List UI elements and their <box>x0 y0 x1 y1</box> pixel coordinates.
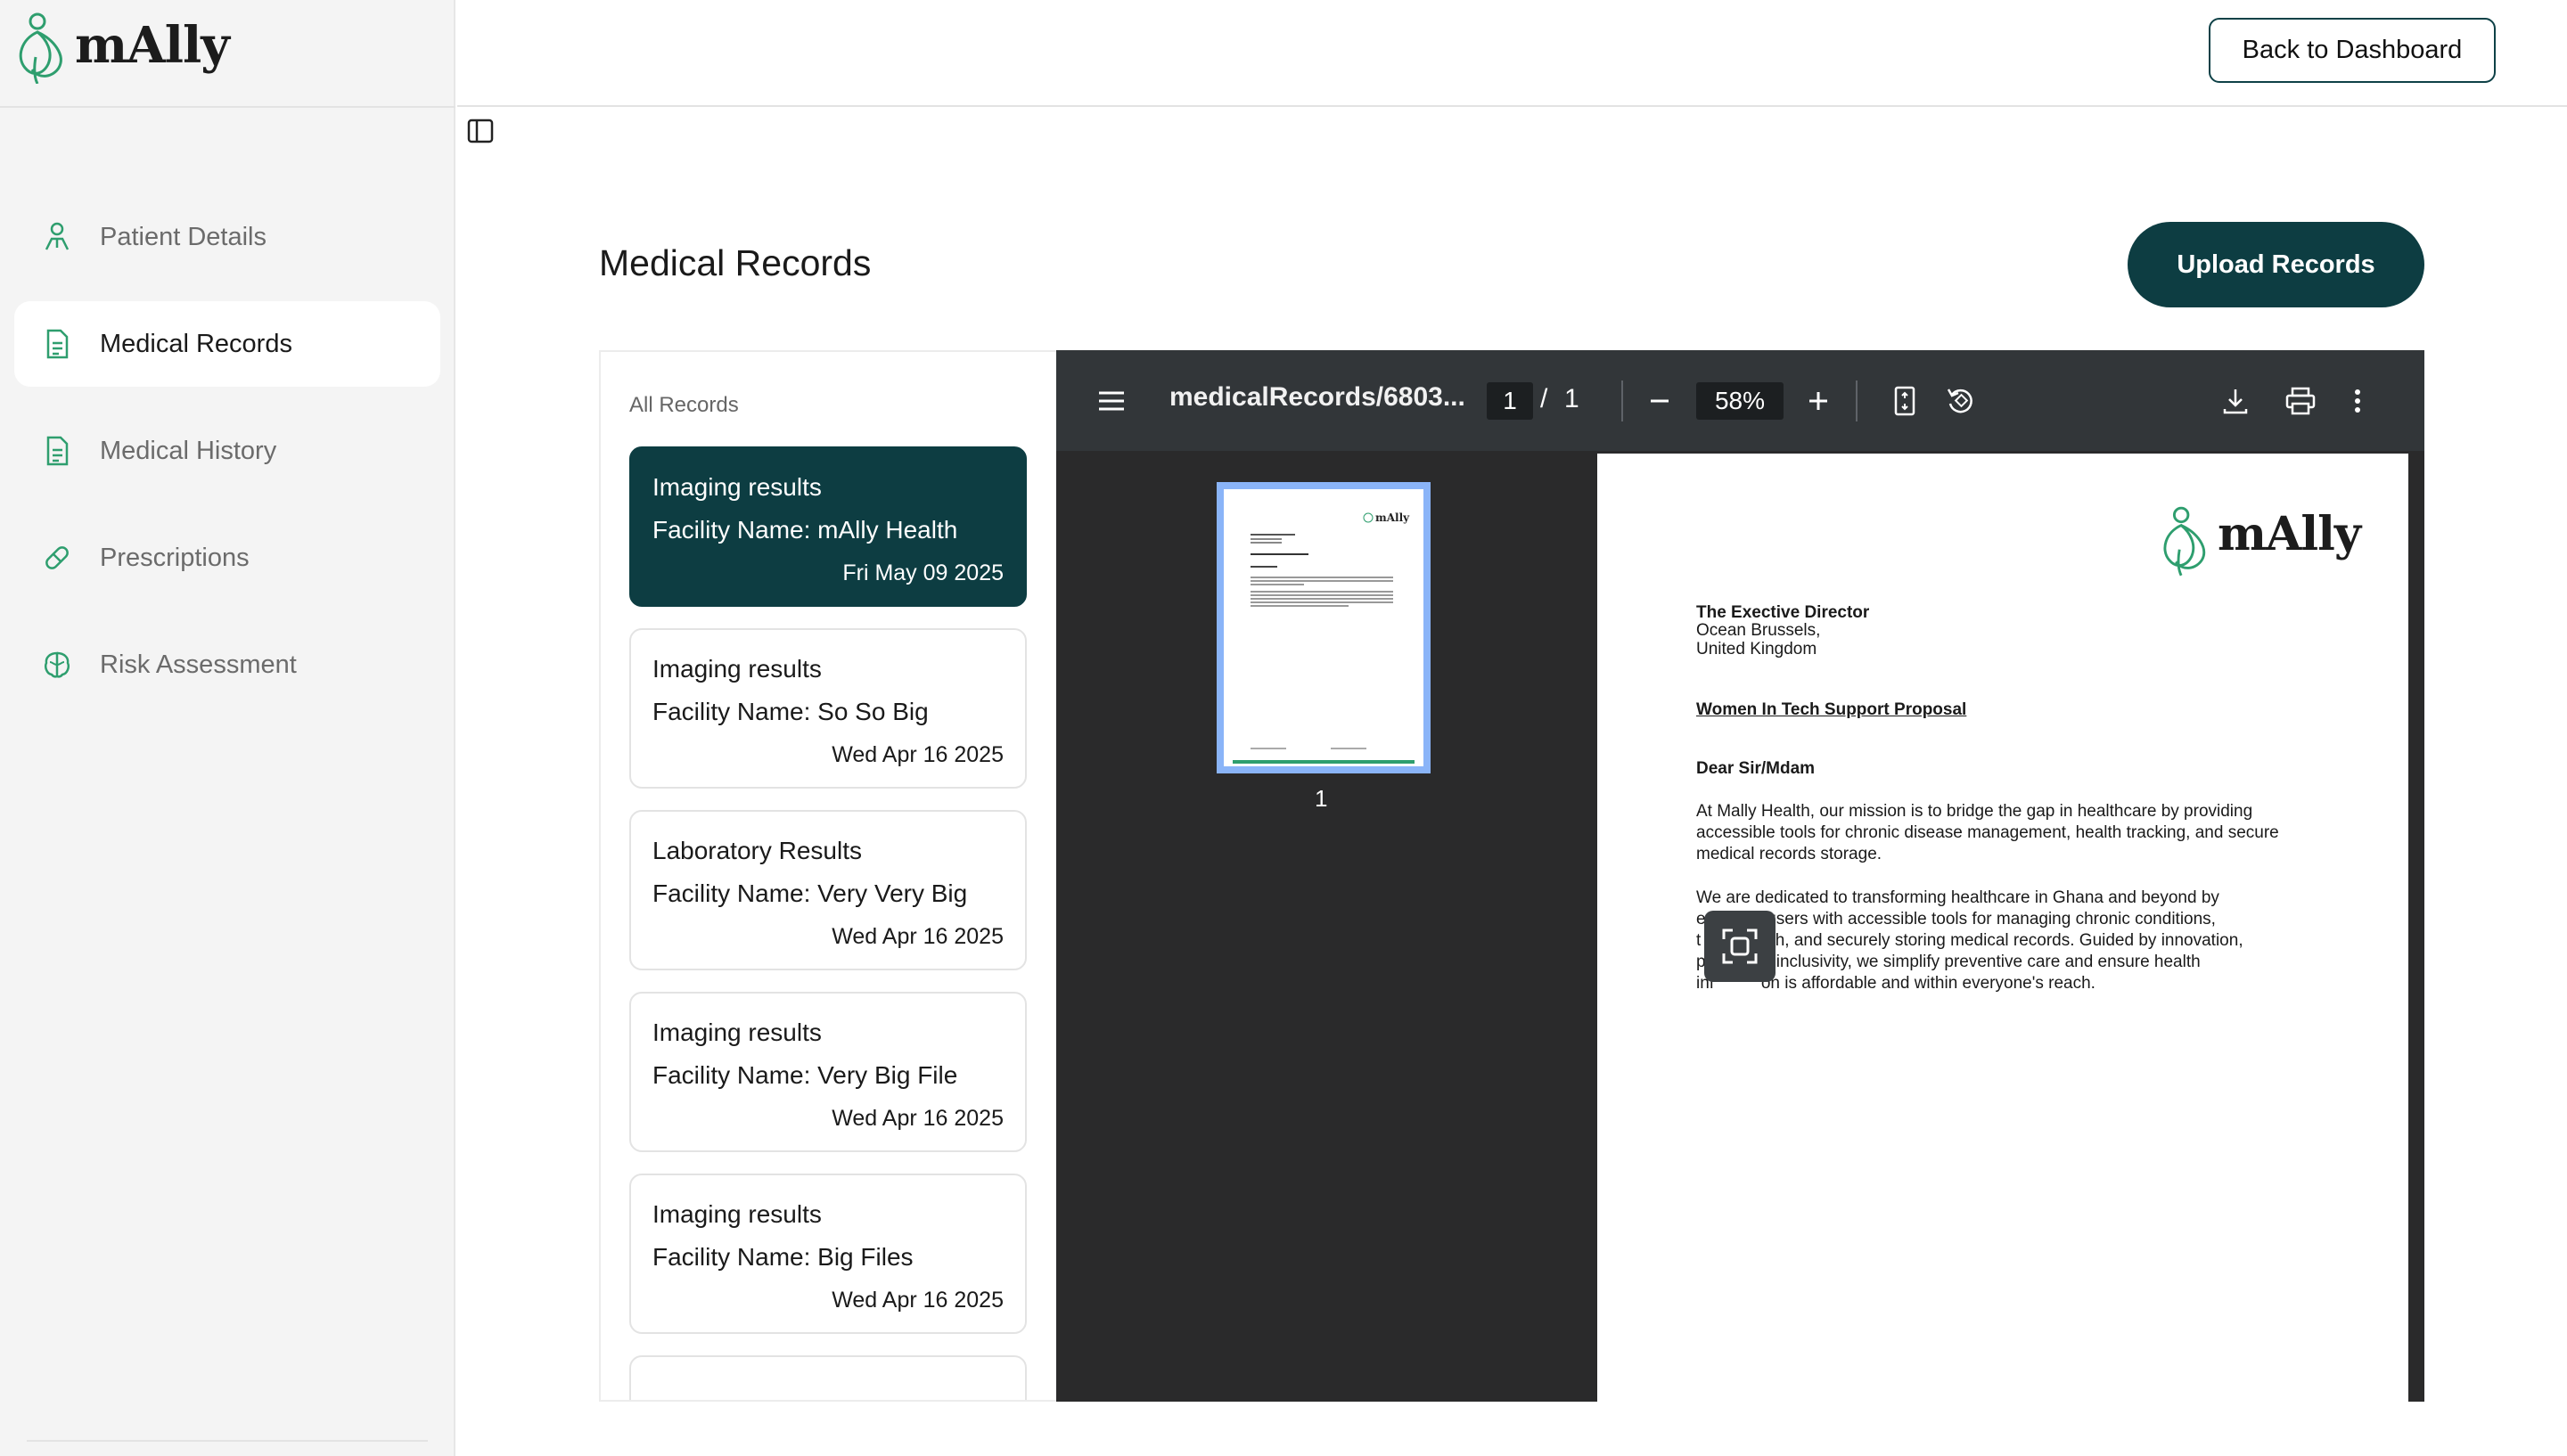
download-icon[interactable] <box>2220 386 2251 416</box>
capture-icon <box>1722 928 1758 964</box>
document-logo-text: mAlly <box>2218 507 2361 561</box>
doc-paragraph-line: We are dedicated to transforming healthc… <box>1696 888 2219 907</box>
sidebar-item-prescriptions[interactable]: Prescriptions <box>14 515 440 601</box>
page-separator: / <box>1540 384 1548 413</box>
menu-icon[interactable] <box>1096 388 1127 414</box>
pill-icon <box>41 542 73 574</box>
zoom-level-input[interactable]: 58% <box>1696 382 1784 420</box>
record-facility: Facility Name: Big Files <box>652 1243 914 1271</box>
document-logo: mAlly <box>2157 505 2362 577</box>
toolbar-divider <box>1621 380 1623 421</box>
doc-paragraph-line: At Mally Health, our mission is to bridg… <box>1696 802 2253 821</box>
thumbnail-page-number: 1 <box>1315 785 1328 812</box>
pdf-toolbar: medicalRecords/6803... 1 / 1 58% <box>1056 350 2424 451</box>
print-icon[interactable] <box>2284 386 2317 416</box>
record-card[interactable]: Imaging results Facility Name: So So Big… <box>629 628 1027 789</box>
sidebar-item-patient-details[interactable]: Patient Details <box>14 194 440 280</box>
sidebar-item-label: Patient Details <box>100 222 267 251</box>
pdf-viewer: medicalRecords/6803... 1 / 1 58% mAlly 1… <box>1056 350 2424 1402</box>
record-facility: Facility Name: Very Very Big <box>652 879 968 907</box>
sidebar-item-label: Prescriptions <box>100 543 250 572</box>
sidebar-divider <box>27 1440 428 1442</box>
person-icon <box>41 221 73 253</box>
sidebar-item-label: Risk Assessment <box>100 650 297 679</box>
record-card[interactable]: Imaging results Facility Name: Big Files… <box>629 1174 1027 1334</box>
record-type: Imaging results <box>652 1018 822 1046</box>
logo-area: mAlly <box>0 0 455 108</box>
upload-records-button[interactable]: Upload Records <box>2128 222 2424 307</box>
record-date: Wed Apr 16 2025 <box>832 742 1004 767</box>
sidebar-item-risk-assessment[interactable]: Risk Assessment <box>14 622 440 708</box>
record-card[interactable]: Imaging results Facility Name: mAlly Hea… <box>629 446 1027 607</box>
doc-paragraph-line: t ealth, and securely storing medical re… <box>1696 931 2243 950</box>
page-thumbnail[interactable]: mAlly <box>1217 482 1431 773</box>
page-number-input[interactable]: 1 <box>1487 382 1533 420</box>
sidebar-item-medical-history[interactable]: Medical History <box>14 408 440 494</box>
mally-logo-icon <box>2163 506 2205 577</box>
record-date: Fri May 09 2025 <box>842 560 1004 585</box>
sidebar: mAlly Patient Details Medical Records Me… <box>0 0 455 1456</box>
record-type: Imaging results <box>652 1200 822 1228</box>
thumbnail-preview: mAlly <box>1233 511 1415 764</box>
page-total: 1 <box>1564 384 1579 413</box>
record-type: Imaging results <box>652 473 822 501</box>
zoom-out-icon[interactable] <box>1646 388 1673 414</box>
doc-address-line: United Kingdom <box>1696 640 1817 658</box>
sidebar-item-label: Medical Records <box>100 329 292 358</box>
page-title: Medical Records <box>599 242 872 283</box>
records-heading: All Records <box>629 393 739 417</box>
doc-salutation: Dear Sir/Mdam <box>1696 759 1816 778</box>
thumbnail-pane: mAlly 1 <box>1056 451 1591 1402</box>
sidebar-item-label: Medical History <box>100 436 277 465</box>
record-date: Wed Apr 16 2025 <box>832 1106 1004 1131</box>
sidebar-toggle-icon[interactable] <box>467 118 494 144</box>
record-date: Wed Apr 16 2025 <box>832 924 1004 949</box>
toolbar-divider <box>1856 380 1858 421</box>
records-list-panel: All Records Imaging results Facility Nam… <box>599 350 1056 1402</box>
record-card-partial[interactable] <box>629 1355 1027 1400</box>
mally-logo-icon <box>19 12 62 84</box>
screenshot-capture-button[interactable] <box>1704 911 1776 982</box>
back-to-dashboard-button[interactable]: Back to Dashboard <box>2209 18 2496 83</box>
record-card[interactable]: Imaging results Facility Name: Very Big … <box>629 992 1027 1152</box>
doc-paragraph-line: medical records storage. <box>1696 845 1882 863</box>
thumbnail-page: mAlly <box>1224 489 1423 766</box>
document-icon <box>41 435 73 467</box>
record-facility: Facility Name: Very Big File <box>652 1061 958 1089</box>
record-card[interactable]: Laboratory Results Facility Name: Very V… <box>629 810 1027 970</box>
top-bar: Back to Dashboard <box>457 0 2567 107</box>
zoom-in-icon[interactable] <box>1805 388 1832 414</box>
doc-paragraph-line: accessible tools for chronic disease man… <box>1696 823 2279 842</box>
record-type: Laboratory Results <box>652 837 863 864</box>
record-facility: Facility Name: mAlly Health <box>652 516 958 544</box>
fit-page-icon[interactable] <box>1891 386 1918 416</box>
logo-text: mAlly <box>75 16 230 75</box>
doc-subject: Women In Tech Support Proposal <box>1696 700 1967 719</box>
record-date: Wed Apr 16 2025 <box>832 1288 1004 1313</box>
pdf-file-title: medicalRecords/6803... <box>1169 382 1465 412</box>
svg-text:mAlly: mAlly <box>1375 511 1410 524</box>
record-facility: Facility Name: So So Big <box>652 698 929 725</box>
sidebar-item-medical-records[interactable]: Medical Records <box>14 301 440 387</box>
record-type: Imaging results <box>652 655 822 683</box>
more-options-icon[interactable] <box>2352 386 2363 416</box>
rotate-icon[interactable] <box>1945 386 1977 416</box>
document-icon <box>41 328 73 360</box>
brain-icon <box>41 649 73 681</box>
sidebar-nav: Patient Details Medical Records Medical … <box>14 194 440 729</box>
